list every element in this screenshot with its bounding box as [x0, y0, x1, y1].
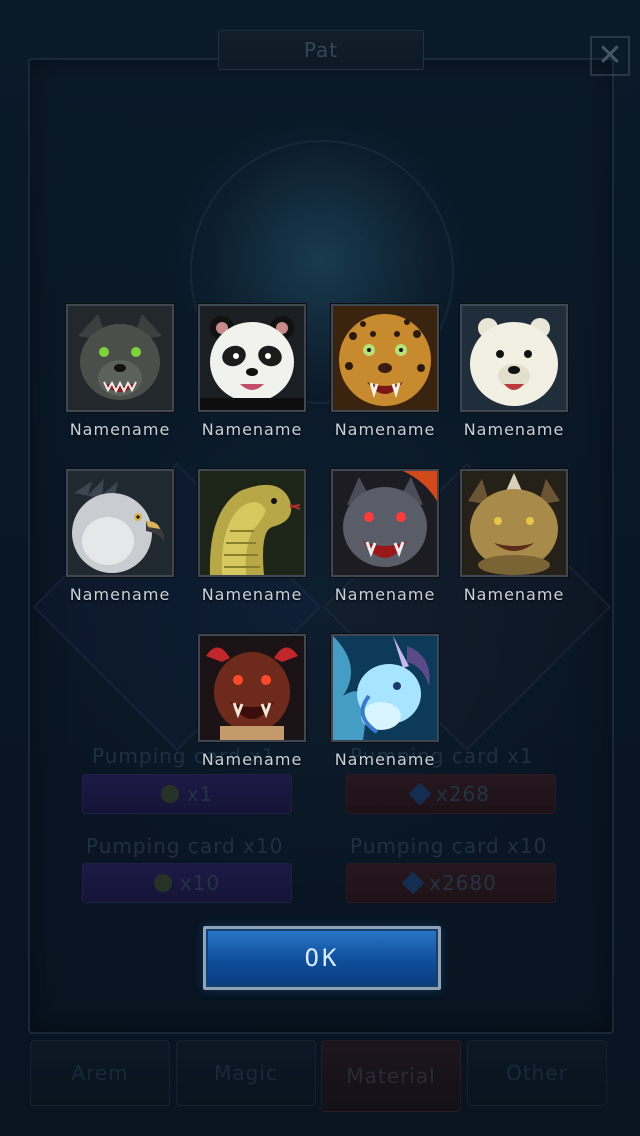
pet-name: Namename — [334, 750, 436, 769]
pet-name: Namename — [334, 420, 436, 439]
red-dragon-portrait — [198, 634, 306, 742]
pet-name: Namename — [201, 585, 303, 604]
demon-wolf-portrait — [331, 469, 439, 577]
pet-card-eagle[interactable]: Namename — [66, 469, 174, 604]
pet-name: Namename — [463, 585, 565, 604]
pet-card-dragon-beast[interactable]: Namename — [460, 469, 568, 604]
pet-name: Namename — [69, 420, 171, 439]
polar-bear-portrait — [460, 304, 568, 412]
pet-card-demon-wolf[interactable]: Namename — [331, 469, 439, 604]
pet-name: Namename — [201, 420, 303, 439]
panda-portrait — [198, 304, 306, 412]
wolf-portrait — [66, 304, 174, 412]
ok-button-label: OK — [304, 944, 340, 972]
pet-card-panda[interactable]: Namename — [198, 304, 306, 439]
pet-name: Namename — [201, 750, 303, 769]
pet-card-red-dragon[interactable]: Namename — [198, 634, 306, 769]
pet-card-ice-unicorn[interactable]: Namename — [331, 634, 439, 769]
pet-name: Namename — [69, 585, 171, 604]
leopard-portrait — [331, 304, 439, 412]
pet-card-polar-bear[interactable]: Namename — [460, 304, 568, 439]
ice-unicorn-portrait — [331, 634, 439, 742]
pet-card-leopard[interactable]: Namename — [331, 304, 439, 439]
pet-name: Namename — [463, 420, 565, 439]
pet-card-cobra[interactable]: Namename — [198, 469, 306, 604]
cobra-portrait — [198, 469, 306, 577]
dragon-beast-portrait — [460, 469, 568, 577]
ok-button[interactable]: OK — [203, 926, 441, 990]
pet-name: Namename — [334, 585, 436, 604]
eagle-portrait — [66, 469, 174, 577]
pet-card-wolf[interactable]: Namename — [66, 304, 174, 439]
